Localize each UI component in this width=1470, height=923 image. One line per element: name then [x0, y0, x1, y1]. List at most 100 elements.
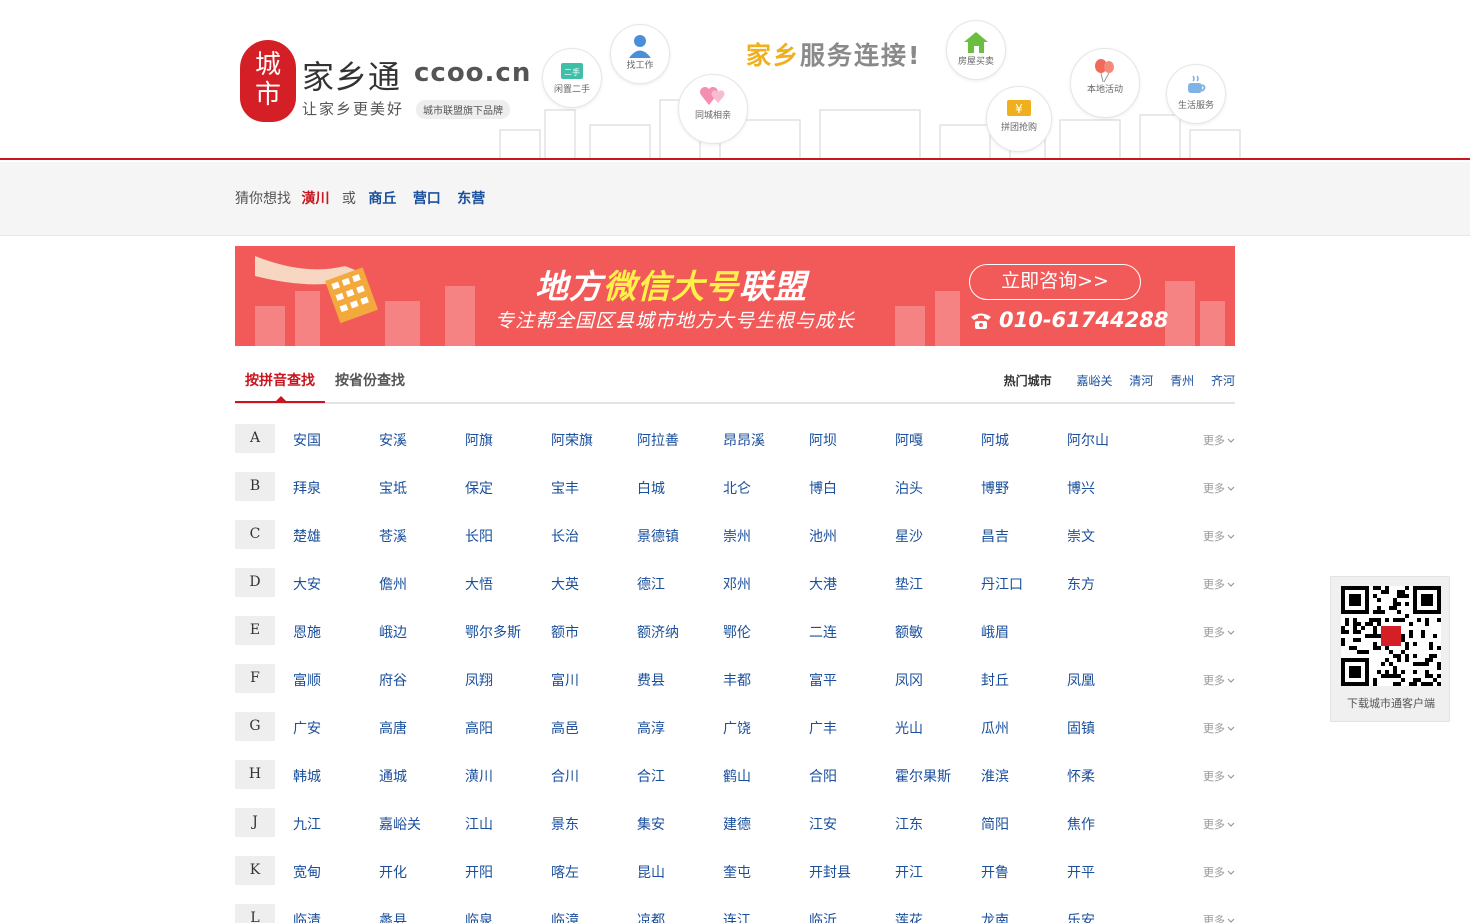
more-cities-link[interactable]: 更多	[1203, 576, 1235, 592]
city-link[interactable]: 昌吉	[981, 526, 1009, 546]
city-link[interactable]: 富川	[551, 670, 579, 690]
city-link[interactable]: 额市	[551, 622, 579, 642]
city-link[interactable]: 集安	[637, 814, 665, 834]
city-link[interactable]: 连江	[723, 910, 751, 923]
city-link[interactable]: 江安	[809, 814, 837, 834]
city-link[interactable]: 临沂	[809, 910, 837, 923]
guess-alt-city[interactable]: 商丘	[368, 191, 396, 207]
city-link[interactable]: 光山	[895, 718, 923, 738]
city-link[interactable]: 二连	[809, 622, 837, 642]
more-cities-link[interactable]: 更多	[1203, 480, 1235, 496]
city-link[interactable]: 阿拉善	[637, 430, 679, 450]
city-link[interactable]: 阿坝	[809, 430, 837, 450]
more-cities-link[interactable]: 更多	[1203, 912, 1235, 923]
city-link[interactable]: 昂昂溪	[723, 430, 765, 450]
city-link[interactable]: 阿荣旗	[551, 430, 593, 450]
service-life[interactable]: 生活服务	[1166, 64, 1226, 124]
city-link[interactable]: 大悟	[465, 574, 493, 594]
city-link[interactable]: 大港	[809, 574, 837, 594]
city-link[interactable]: 峨边	[379, 622, 407, 642]
more-cities-link[interactable]: 更多	[1203, 720, 1235, 736]
city-link[interactable]: 昆山	[637, 862, 665, 882]
city-link[interactable]: 博野	[981, 478, 1009, 498]
city-link[interactable]: 固镇	[1067, 718, 1095, 738]
service-events[interactable]: 本地活动	[1070, 48, 1140, 118]
city-link[interactable]: 崇州	[723, 526, 751, 546]
more-cities-link[interactable]: 更多	[1203, 528, 1235, 544]
city-link[interactable]: 建德	[723, 814, 751, 834]
hot-city-link[interactable]: 清河	[1129, 374, 1153, 388]
city-link[interactable]: 富平	[809, 670, 837, 690]
city-link[interactable]: 阿城	[981, 430, 1009, 450]
city-link[interactable]: 楚雄	[293, 526, 321, 546]
site-logo[interactable]: 城市 家乡通 ccoo.cn 让家乡更美好 城市联盟旗下品牌	[240, 40, 530, 122]
city-link[interactable]: 安溪	[379, 430, 407, 450]
city-link[interactable]: 开鲁	[981, 862, 1009, 882]
city-link[interactable]: 开江	[895, 862, 923, 882]
city-link[interactable]: 鄂伦	[723, 622, 751, 642]
city-link[interactable]: 邓州	[723, 574, 751, 594]
service-secondhand[interactable]: 二手 闲置二手	[542, 48, 602, 108]
city-link[interactable]: 莲花	[895, 910, 923, 923]
city-link[interactable]: 简阳	[981, 814, 1009, 834]
city-link[interactable]: 景东	[551, 814, 579, 834]
city-link[interactable]: 通城	[379, 766, 407, 786]
city-link[interactable]: 峨眉	[981, 622, 1009, 642]
guess-primary-city[interactable]: 潢川	[301, 191, 329, 207]
tab-by-province[interactable]: 按省份查找	[335, 370, 405, 390]
city-link[interactable]: 苍溪	[379, 526, 407, 546]
city-link[interactable]: 临泉	[465, 910, 493, 923]
more-cities-link[interactable]: 更多	[1203, 672, 1235, 688]
city-link[interactable]: 博白	[809, 478, 837, 498]
city-link[interactable]: 高淳	[637, 718, 665, 738]
city-link[interactable]: 淮滨	[981, 766, 1009, 786]
city-link[interactable]: 博兴	[1067, 478, 1095, 498]
city-link[interactable]: 嘉峪关	[379, 814, 421, 834]
city-link[interactable]: 开化	[379, 862, 407, 882]
city-link[interactable]: 儋州	[379, 574, 407, 594]
service-groupbuy[interactable]: ¥ 拼团抢购	[986, 86, 1052, 152]
city-link[interactable]: 喀左	[551, 862, 579, 882]
city-link[interactable]: 焦作	[1067, 814, 1095, 834]
city-link[interactable]: 韩城	[293, 766, 321, 786]
city-link[interactable]: 费县	[637, 670, 665, 690]
city-link[interactable]: 府谷	[379, 670, 407, 690]
more-cities-link[interactable]: 更多	[1203, 816, 1235, 832]
city-link[interactable]: 合江	[637, 766, 665, 786]
more-cities-link[interactable]: 更多	[1203, 624, 1235, 640]
service-dating[interactable]: 同城相亲	[678, 74, 748, 144]
app-download-qr-panel[interactable]: 下载城市通客户端	[1330, 576, 1450, 722]
hot-city-link[interactable]: 嘉峪关	[1076, 374, 1112, 388]
city-link[interactable]: 德江	[637, 574, 665, 594]
city-link[interactable]: 阿旗	[465, 430, 493, 450]
city-link[interactable]: 蠡县	[379, 910, 407, 923]
city-link[interactable]: 宝坻	[379, 478, 407, 498]
city-link[interactable]: 星沙	[895, 526, 923, 546]
promo-banner[interactable]: 地方微信大号联盟 专注帮全国区县城市地方大号生根与成长 立即咨询>> 010-6…	[235, 246, 1235, 346]
city-link[interactable]: 池州	[809, 526, 837, 546]
city-link[interactable]: 奎屯	[723, 862, 751, 882]
city-link[interactable]: 乐安	[1067, 910, 1095, 923]
city-link[interactable]: 白城	[637, 478, 665, 498]
city-link[interactable]: 开阳	[465, 862, 493, 882]
city-link[interactable]: 凤翔	[465, 670, 493, 690]
city-link[interactable]: 九江	[293, 814, 321, 834]
city-link[interactable]: 北仑	[723, 478, 751, 498]
city-link[interactable]: 额济纳	[637, 622, 679, 642]
city-link[interactable]: 临漳	[551, 910, 579, 923]
city-link[interactable]: 崇文	[1067, 526, 1095, 546]
city-link[interactable]: 江东	[895, 814, 923, 834]
city-link[interactable]: 保定	[465, 478, 493, 498]
city-link[interactable]: 大安	[293, 574, 321, 594]
city-link[interactable]: 景德镇	[637, 526, 679, 546]
city-link[interactable]: 丰都	[723, 670, 751, 690]
guess-alt-city[interactable]: 营口	[413, 191, 441, 207]
city-link[interactable]: 鄂尔多斯	[465, 622, 521, 642]
more-cities-link[interactable]: 更多	[1203, 432, 1235, 448]
city-link[interactable]: 高邑	[551, 718, 579, 738]
tab-by-pinyin[interactable]: 按拼音查找	[245, 370, 315, 390]
hot-city-link[interactable]: 青州	[1170, 374, 1194, 388]
city-link[interactable]: 开平	[1067, 862, 1095, 882]
city-link[interactable]: 临清	[293, 910, 321, 923]
city-link[interactable]: 瓜州	[981, 718, 1009, 738]
